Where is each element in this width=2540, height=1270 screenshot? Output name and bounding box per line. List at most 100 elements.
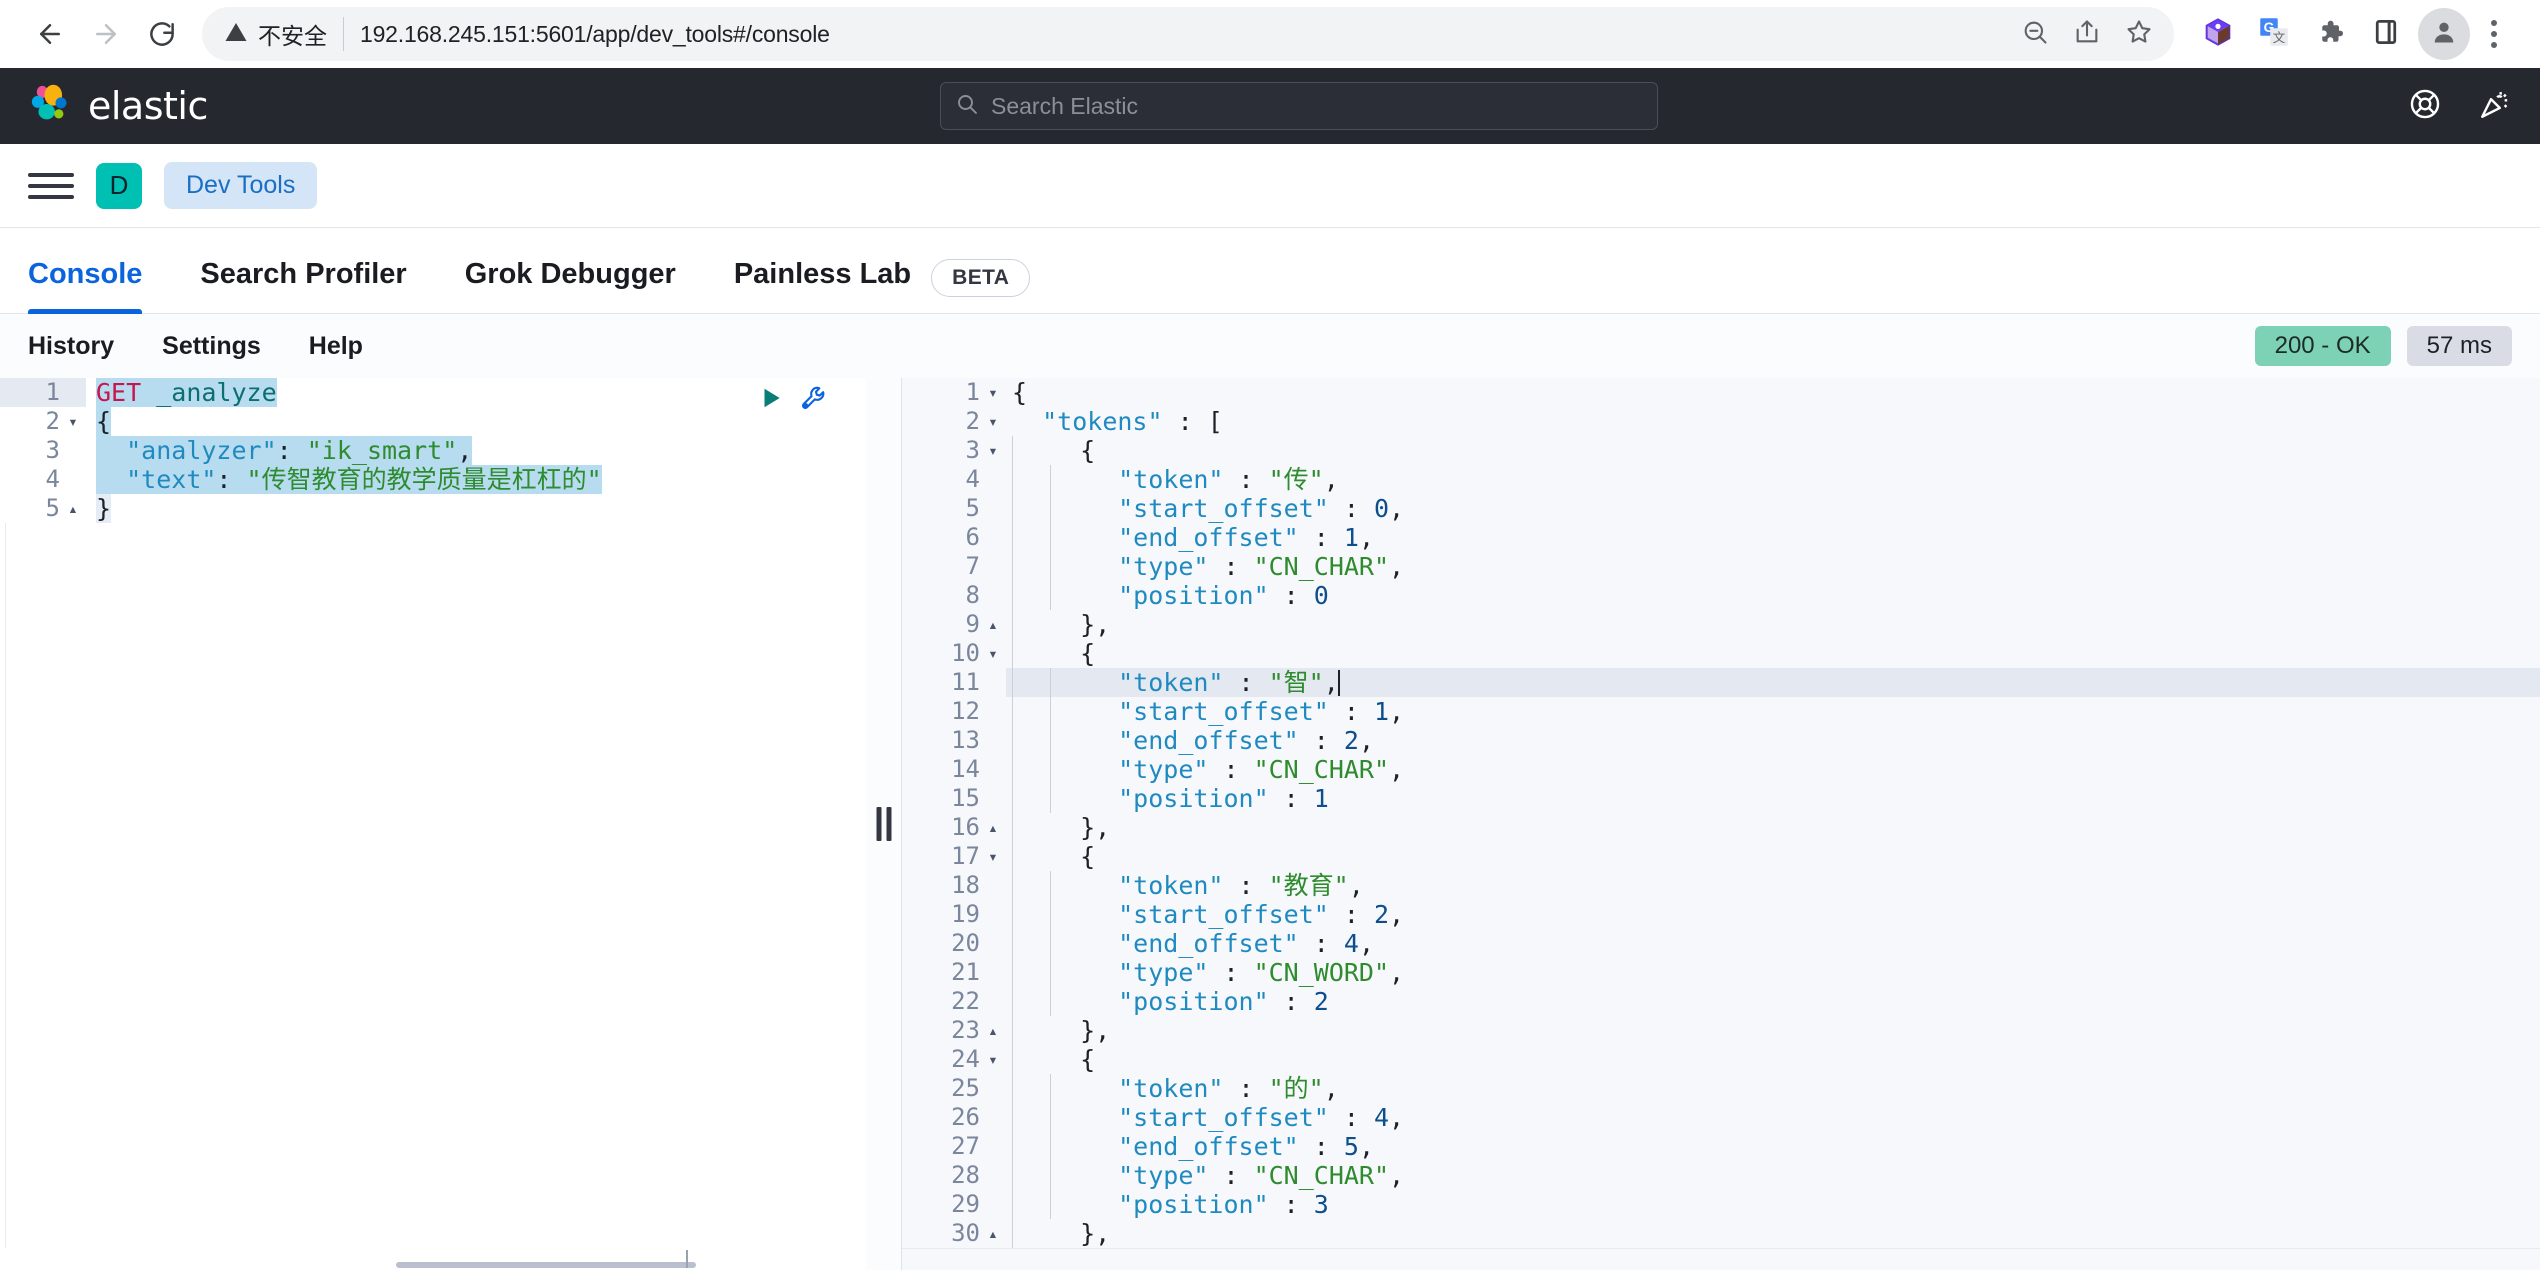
history-button[interactable]: History	[28, 332, 114, 361]
profile-button[interactable]	[2418, 8, 2470, 60]
code-token	[1088, 465, 1118, 494]
response-line[interactable]: 7▾ "type" : "CN_CHAR",	[902, 552, 2540, 581]
response-line[interactable]: 8▾ "position" : 0	[902, 581, 2540, 610]
request-code-rows[interactable]: 1▾GET _analyze2▾{3▾ "analyzer": "ik_smar…	[0, 378, 866, 523]
share-button[interactable]	[2062, 9, 2112, 59]
response-line[interactable]: 21▾ "type" : "CN_WORD",	[902, 958, 2540, 987]
code-token: ,	[1389, 494, 1404, 523]
response-line[interactable]: 18▾ "token" : "教育",	[902, 871, 2540, 900]
response-line[interactable]: 28▾ "type" : "CN_CHAR",	[902, 1161, 2540, 1190]
hamburger-menu-icon[interactable]	[28, 163, 74, 209]
response-line[interactable]: 9▴ },	[902, 610, 2540, 639]
response-line[interactable]: 11▾ "token" : "智",	[902, 668, 2540, 697]
response-line[interactable]: 19▾ "start_offset" : 2,	[902, 900, 2540, 929]
tab-console[interactable]: Console	[28, 258, 142, 313]
fold-expand-icon[interactable]: ▴	[986, 610, 1000, 639]
settings-button[interactable]: Settings	[162, 332, 261, 361]
help-lifebuoy-icon[interactable]	[2408, 87, 2442, 126]
fold-collapse-icon[interactable]: ▾	[986, 407, 1000, 436]
request-line[interactable]: 1▾GET _analyze	[0, 378, 866, 407]
cube-extension-button[interactable]	[2192, 8, 2244, 60]
indent-guides	[1012, 1016, 1050, 1045]
back-button[interactable]	[22, 6, 78, 62]
forward-button[interactable]	[78, 6, 134, 62]
fold-expand-icon[interactable]: ▴	[986, 1219, 1000, 1248]
address-bar[interactable]: 不安全 192.168.245.151:5601/app/dev_tools#/…	[202, 7, 2174, 61]
response-line[interactable]: 3▾ {	[902, 436, 2540, 465]
fold-collapse-icon[interactable]: ▾	[986, 378, 1000, 407]
request-line[interactable]: 2▾{	[0, 407, 866, 436]
response-line[interactable]: 15▾ "position" : 1	[902, 784, 2540, 813]
global-search-bar[interactable]: Search Elastic	[940, 82, 1658, 130]
bookmark-button[interactable]	[2114, 9, 2164, 59]
code-token: "token"	[1118, 1074, 1223, 1103]
fold-collapse-icon[interactable]: ▾	[986, 1045, 1000, 1074]
tab-search-profiler[interactable]: Search Profiler	[200, 258, 406, 313]
line-number: 14▾	[902, 755, 1006, 784]
browser-menu-button[interactable]	[2470, 8, 2518, 60]
response-hscrollbar[interactable]	[902, 1248, 2540, 1270]
response-line[interactable]: 2▾ "tokens" : [	[902, 407, 2540, 436]
response-line-text: "type" : "CN_CHAR",	[1088, 755, 1404, 784]
request-line[interactable]: 3▾ "analyzer": "ik_smart",	[0, 436, 866, 465]
tab-grok-debugger[interactable]: Grok Debugger	[465, 258, 676, 313]
space-avatar[interactable]: D	[96, 163, 142, 209]
line-number: 5▴	[0, 494, 86, 523]
request-line[interactable]: 5▴}	[0, 494, 866, 523]
elastic-logo-link[interactable]: elastic	[28, 82, 208, 131]
line-number: 23▴	[902, 1016, 1006, 1045]
response-line[interactable]: 27▾ "end_offset" : 5,	[902, 1132, 2540, 1161]
share-icon	[2073, 18, 2101, 51]
response-code-rows[interactable]: 1▾{2▾ "tokens" : [3▾ {4▾ "token" : "传",5…	[902, 378, 2540, 1248]
response-line[interactable]: 1▾{	[902, 378, 2540, 407]
breadcrumb[interactable]: Dev Tools	[164, 162, 317, 209]
fold-collapse-icon[interactable]: ▾	[986, 436, 1000, 465]
response-viewer[interactable]: 1▾{2▾ "tokens" : [3▾ {4▾ "token" : "传",5…	[902, 378, 2540, 1270]
extensions-puzzle-button[interactable]	[2304, 8, 2356, 60]
fold-collapse-icon[interactable]: ▾	[986, 842, 1000, 871]
code-token: _analyze	[156, 378, 276, 407]
response-line[interactable]: 23▴ },	[902, 1016, 2540, 1045]
fold-expand-icon[interactable]: ▴	[986, 1016, 1000, 1045]
tab-painless-lab[interactable]: Painless Lab	[734, 258, 911, 313]
code-token	[1088, 726, 1118, 755]
side-panel-button[interactable]	[2360, 8, 2412, 60]
response-line[interactable]: 22▾ "position" : 2	[902, 987, 2540, 1016]
response-line[interactable]: 16▴ },	[902, 813, 2540, 842]
request-line[interactable]: 4▾ "text": "传智教育的教学质量是杠杠的"	[0, 465, 866, 494]
response-line[interactable]: 14▾ "type" : "CN_CHAR",	[902, 755, 2540, 784]
response-line[interactable]: 25▾ "token" : "的",	[902, 1074, 2540, 1103]
code-token	[1088, 755, 1118, 784]
reload-button[interactable]	[134, 6, 190, 62]
zoom-out-button[interactable]	[2010, 9, 2060, 59]
google-translate-button[interactable]: G文	[2248, 8, 2300, 60]
help-button[interactable]: Help	[309, 332, 363, 361]
announcement-cone-icon[interactable]	[2478, 87, 2512, 126]
response-line[interactable]: 17▾ {	[902, 842, 2540, 871]
request-options-wrench-icon[interactable]	[800, 384, 828, 418]
response-line[interactable]: 26▾ "start_offset" : 4,	[902, 1103, 2540, 1132]
request-hscrollbar[interactable]	[0, 1248, 866, 1270]
site-security-indicator[interactable]: 不安全	[224, 17, 344, 51]
response-line[interactable]: 10▾ {	[902, 639, 2540, 668]
request-editor[interactable]: 1▾GET _analyze2▾{3▾ "analyzer": "ik_smar…	[0, 378, 866, 1270]
response-line-text: "token" : "传",	[1088, 465, 1339, 494]
response-line[interactable]: 24▾ {	[902, 1045, 2540, 1074]
response-line[interactable]: 4▾ "token" : "传",	[902, 465, 2540, 494]
fold-expand-icon[interactable]: ▴	[66, 494, 80, 523]
run-request-play-icon[interactable]	[758, 385, 784, 417]
response-line[interactable]: 12▾ "start_offset" : 1,	[902, 697, 2540, 726]
fold-expand-icon[interactable]: ▴	[986, 813, 1000, 842]
line-number: 16▴	[902, 813, 1006, 842]
response-line[interactable]: 20▾ "end_offset" : 4,	[902, 929, 2540, 958]
fold-collapse-icon[interactable]: ▾	[66, 407, 80, 436]
response-line[interactable]: 6▾ "end_offset" : 1,	[902, 523, 2540, 552]
response-line[interactable]: 29▾ "position" : 3	[902, 1190, 2540, 1219]
response-line[interactable]: 30▴ },	[902, 1219, 2540, 1248]
response-line[interactable]: 5▾ "start_offset" : 0,	[902, 494, 2540, 523]
side-panel-icon	[2371, 17, 2401, 52]
response-line[interactable]: 13▾ "end_offset" : 2,	[902, 726, 2540, 755]
fold-collapse-icon[interactable]: ▾	[986, 639, 1000, 668]
panel-resize-handle[interactable]	[866, 378, 902, 1270]
global-search-input[interactable]: Search Elastic	[991, 93, 1138, 120]
